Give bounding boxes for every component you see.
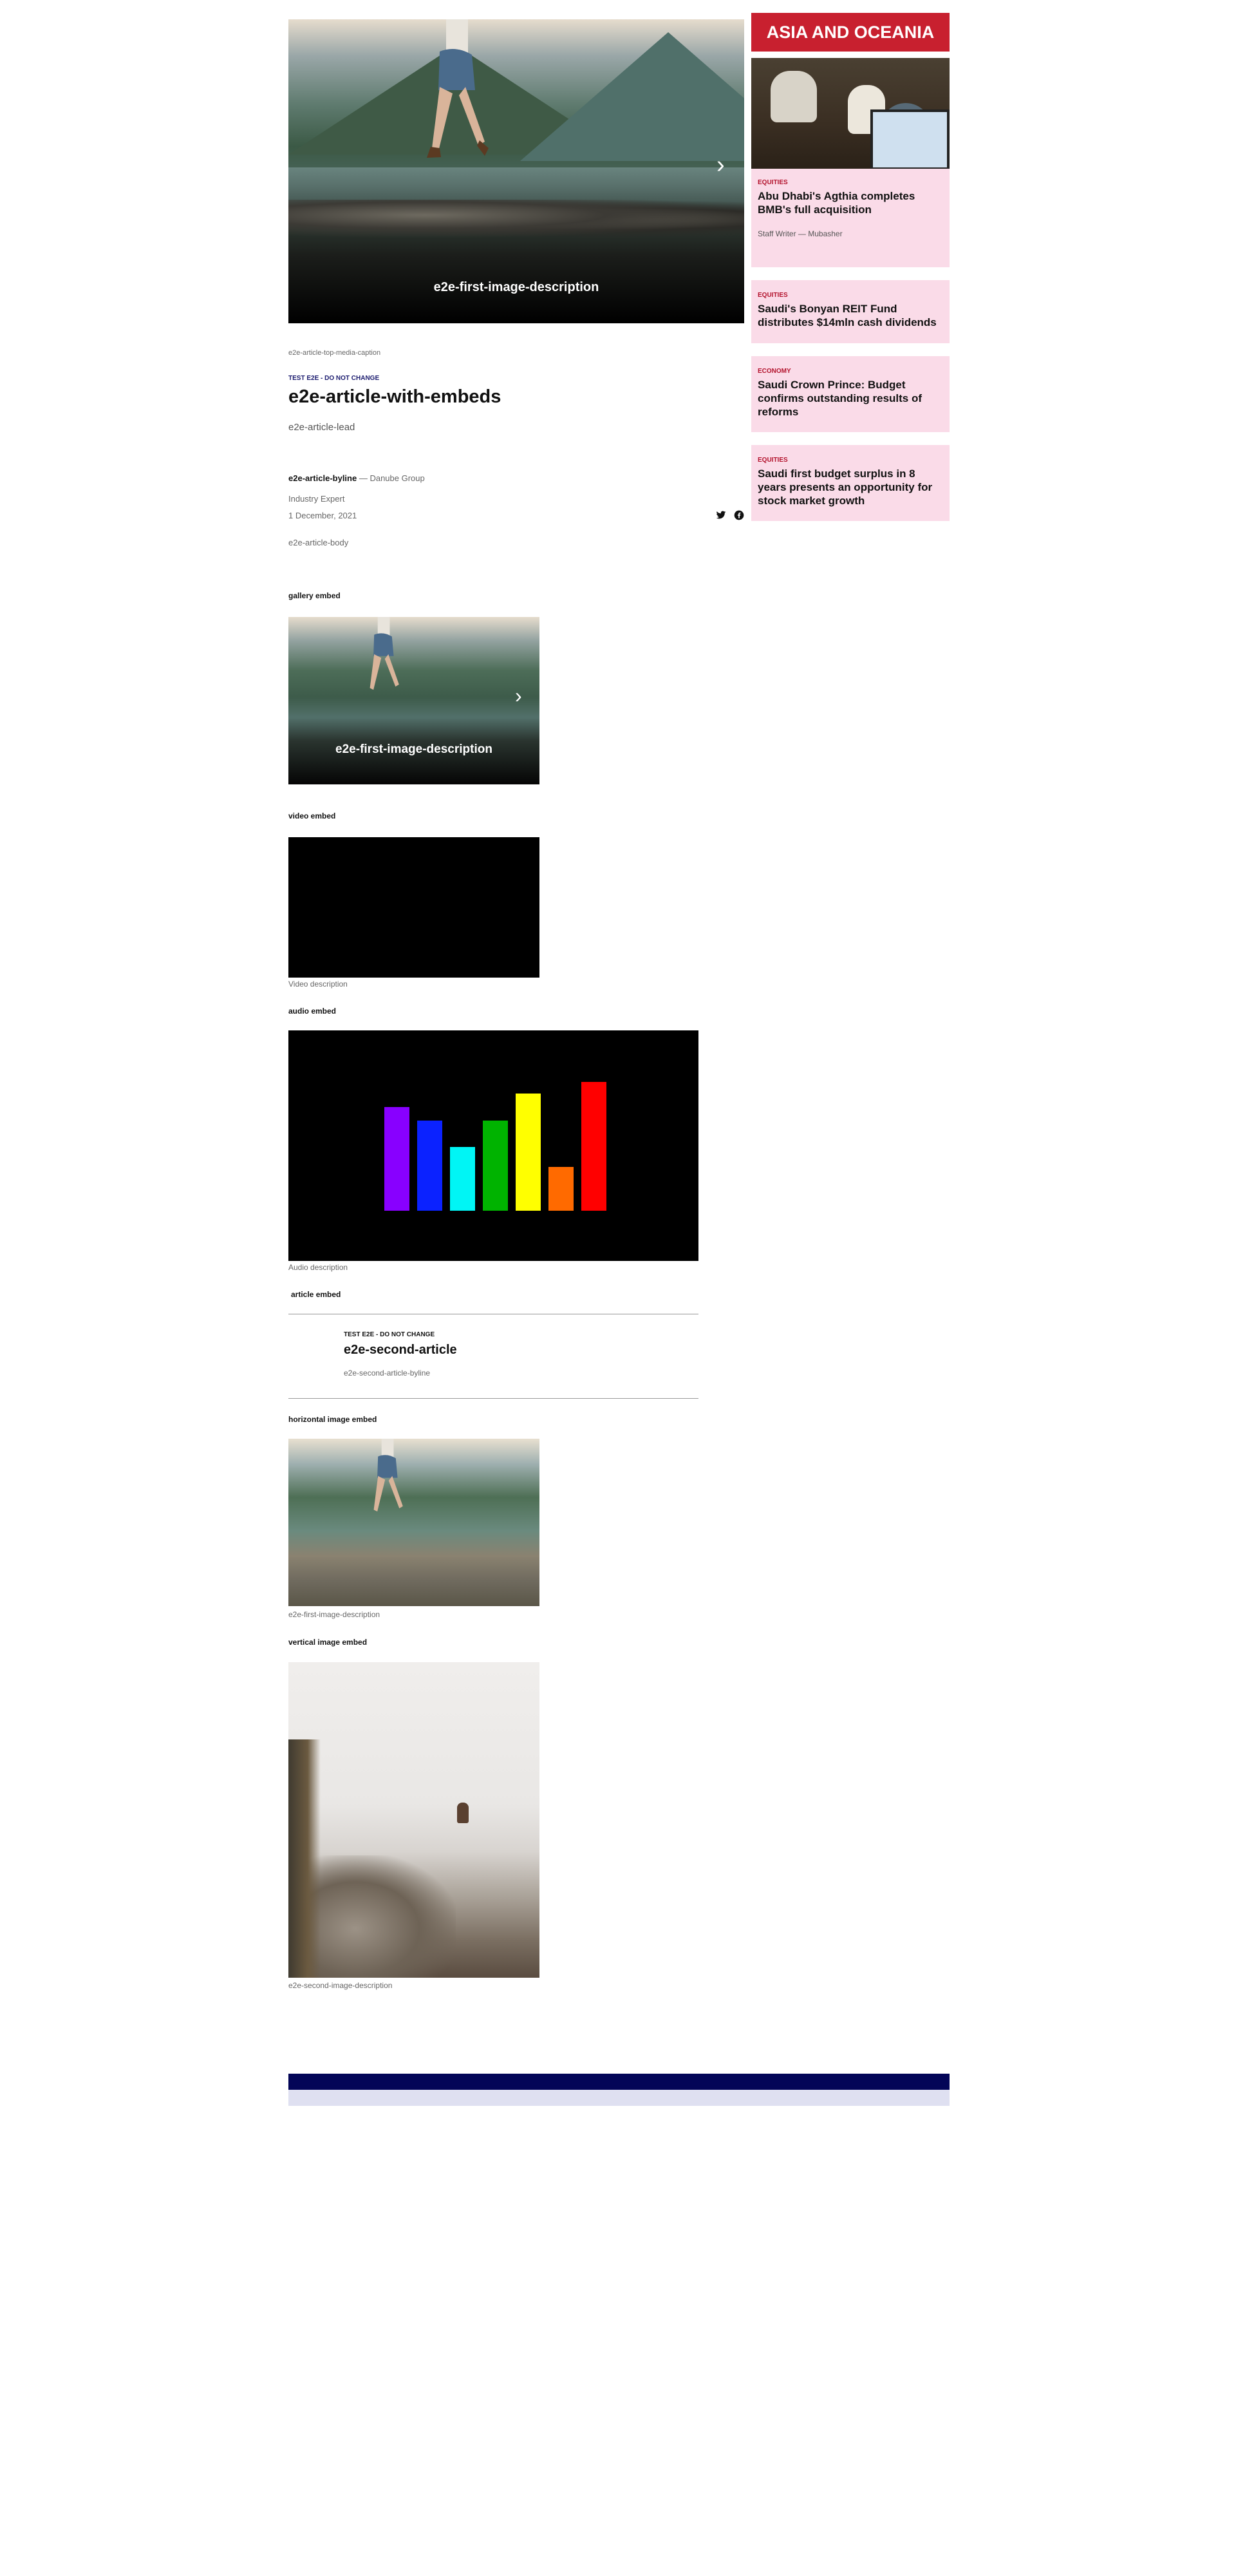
card-category[interactable]: EQUITIES [758, 179, 788, 186]
audio-bar [516, 1094, 541, 1211]
horizontal-image-caption: e2e-first-image-description [288, 1610, 380, 1619]
audio-bar [581, 1082, 606, 1211]
monitor [870, 109, 950, 169]
card-category[interactable]: EQUITIES [758, 457, 788, 464]
footer-subbar [288, 2090, 950, 2106]
sidebar-card[interactable]: EQUITIES Abu Dhabi's Agthia completes BM… [751, 169, 950, 267]
jumping-person [427, 19, 489, 158]
article-embed-label: article embed [291, 1290, 341, 1299]
article-kicker: TEST E2E - DO NOT CHANGE [288, 375, 380, 382]
audio-bar [417, 1121, 442, 1211]
gallery-embed-label: gallery embed [288, 591, 341, 600]
person [771, 71, 817, 122]
sidebar-card[interactable]: EQUITIES Saudi first budget surplus in 8… [751, 445, 950, 521]
section-title: ASIA AND OCEANIA [766, 23, 935, 42]
sidebar-section-header[interactable]: ASIA AND OCEANIA [751, 13, 950, 52]
embedded-article-card[interactable]: TEST E2E - DO NOT CHANGE e2e-second-arti… [288, 1314, 698, 1398]
footer-bar [288, 2074, 950, 2090]
sidebar-card[interactable]: ECONOMY Saudi Crown Prince: Budget confi… [751, 356, 950, 432]
embedded-article-title[interactable]: e2e-second-article [344, 1343, 457, 1358]
card-title[interactable]: Saudi's Bonyan REIT Fund distributes $14… [758, 302, 944, 329]
vertical-image-embed-label: vertical image embed [288, 1638, 368, 1647]
audio-bar [384, 1107, 409, 1211]
audio-visualizer [288, 1030, 698, 1261]
byline-org: — Danube Group [359, 473, 425, 483]
article-title: e2e-article-with-embeds [288, 386, 501, 407]
horizontal-image [288, 1439, 539, 1606]
facebook-icon[interactable] [734, 510, 744, 520]
embedded-article-kicker: TEST E2E - DO NOT CHANGE [344, 1331, 435, 1338]
hero-image-caption: e2e-first-image-description [433, 280, 599, 294]
card-title[interactable]: Abu Dhabi's Agthia completes BMB's full … [758, 189, 941, 216]
author-role: Industry Expert [288, 494, 345, 504]
publish-date: 1 December, 2021 [288, 511, 357, 520]
card-author: Staff Writer — Mubasher [758, 229, 843, 238]
divider [288, 1398, 698, 1399]
mountain-right [520, 32, 744, 161]
article-body: e2e-article-body [288, 538, 349, 547]
audio-player[interactable] [288, 1030, 698, 1261]
video-player[interactable] [288, 837, 539, 978]
vertical-image [288, 1662, 539, 1978]
gallery-embed[interactable]: › e2e-first-image-description [288, 617, 539, 784]
article-lead: e2e-article-lead [288, 422, 355, 433]
card-title[interactable]: Saudi first budget surplus in 8 years pr… [758, 467, 941, 507]
byline: e2e-article-byline — Danube Group [288, 473, 425, 483]
sidebar-card-image[interactable] [751, 58, 950, 169]
video-description: Video description [288, 980, 348, 989]
sidebar-card[interactable]: EQUITIES Saudi's Bonyan REIT Fund distri… [751, 280, 950, 343]
card-category[interactable]: EQUITIES [758, 292, 788, 299]
card-title[interactable]: Saudi Crown Prince: Budget confirms outs… [758, 378, 941, 419]
rocks [288, 200, 744, 238]
gallery-caption: e2e-first-image-description [335, 743, 492, 756]
tree [288, 1739, 321, 1978]
chevron-right-icon[interactable]: › [515, 684, 522, 708]
audio-bar [450, 1147, 475, 1211]
chevron-right-icon[interactable]: › [716, 151, 725, 179]
audio-description: Audio description [288, 1263, 348, 1272]
audio-bar [548, 1167, 574, 1211]
top-media-caption: e2e-article-top-media-caption [288, 349, 381, 357]
card-category[interactable]: ECONOMY [758, 368, 791, 375]
video-embed-label: video embed [288, 811, 336, 820]
audio-bar [483, 1121, 508, 1211]
jumping-person [373, 1439, 403, 1512]
vertical-image-caption: e2e-second-image-description [288, 1981, 393, 1990]
horizontal-image-embed-label: horizontal image embed [288, 1415, 377, 1424]
byline-name[interactable]: e2e-article-byline [288, 473, 357, 483]
embedded-article-byline: e2e-second-article-byline [344, 1368, 431, 1378]
twitter-icon[interactable] [716, 511, 726, 520]
hero-image: › e2e-first-image-description [288, 19, 744, 323]
seated-person [457, 1803, 469, 1823]
audio-embed-label: audio embed [288, 1007, 337, 1016]
jumping-person [370, 617, 399, 690]
